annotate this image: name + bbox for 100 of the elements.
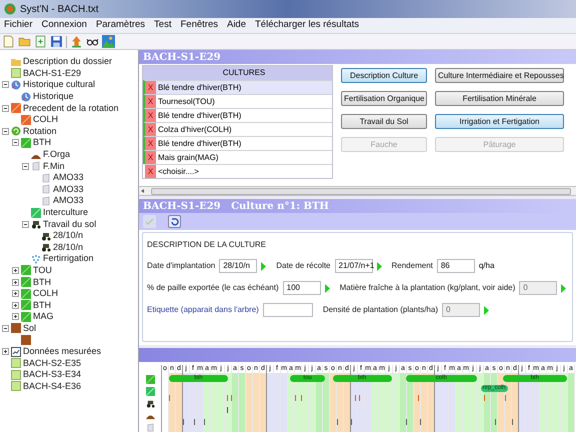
mineral-mark [420, 419, 421, 425]
tree-item[interactable]: AMO33 [53, 196, 84, 206]
input-field[interactable]: 100 [282, 281, 321, 295]
square-icon [21, 300, 31, 310]
expand-toggle[interactable] [12, 313, 19, 320]
square-icon [11, 381, 21, 392]
table-row[interactable]: X Mais grain(MAG) [143, 150, 332, 164]
column-header: CULTURES [143, 66, 332, 80]
tillage-mark [484, 395, 485, 401]
undo-button[interactable] [168, 215, 181, 228]
tree-item[interactable]: BTH [33, 278, 51, 287]
document-plus-icon[interactable] [34, 35, 47, 48]
collapse-toggle[interactable] [22, 220, 29, 228]
unit-label: q/ha [478, 260, 494, 272]
tree-item[interactable]: AMO33 [53, 184, 84, 194]
menu-item[interactable]: Connexion [42, 18, 87, 33]
tree-item[interactable]: Données mesurées [23, 347, 102, 356]
save-icon[interactable] [50, 35, 63, 48]
collapse-toggle[interactable] [2, 104, 9, 112]
fertilizer-mark [227, 407, 228, 413]
square-icon [31, 208, 41, 218]
input-field[interactable]: 86 [436, 259, 475, 273]
clock-icon [21, 92, 31, 102]
collapse-toggle[interactable] [22, 162, 29, 170]
menu-item[interactable]: Fenêtres [180, 18, 218, 33]
tree-item[interactable]: Description du dossier [23, 57, 112, 66]
menu-item[interactable]: Fichier [4, 18, 33, 33]
square-icon [144, 387, 156, 396]
table-row[interactable]: X Blé tendre d'hiver(BTH) [143, 108, 332, 122]
square-icon [21, 114, 31, 125]
input-field[interactable]: 21/07/n+1 [334, 259, 372, 273]
action-button[interactable]: Irrigation et Fertigation [435, 114, 564, 129]
square-icon [21, 335, 31, 346]
tree-item[interactable]: COLH [33, 289, 58, 298]
square-icon [11, 370, 21, 380]
tree-item[interactable]: 28/10/n [53, 242, 84, 252]
table-row[interactable]: X <choisir....> [143, 164, 332, 178]
tree-item[interactable]: TOU [33, 266, 52, 275]
expand-toggle[interactable] [12, 278, 19, 286]
table-row[interactable]: X Blé tendre d'hiver(BTH) [143, 136, 332, 150]
tree-item[interactable]: 28/10/n [53, 231, 84, 240]
tree-item[interactable]: Historique [33, 92, 74, 102]
expand-toggle[interactable] [2, 348, 9, 356]
action-button[interactable]: Fertilisation Minérale [435, 91, 564, 106]
mineral-mark [494, 419, 496, 425]
action-button[interactable]: Travail du Sol [341, 114, 427, 129]
collapse-toggle[interactable] [2, 81, 9, 88]
input-field[interactable]: 28/10/n [219, 259, 258, 273]
tree-item[interactable]: F.Min [43, 162, 65, 171]
square-icon [21, 288, 31, 299]
table-row[interactable]: X Blé tendre d'hiver(BTH) [143, 80, 332, 94]
tree-item[interactable]: BACH-S2-E35 [23, 358, 82, 368]
expand-toggle[interactable] [12, 302, 19, 309]
menu-item[interactable]: Aide [226, 18, 246, 33]
mineral-mark [183, 419, 184, 425]
collapse-toggle[interactable] [2, 128, 9, 135]
tree-item[interactable]: Fertirrigation [43, 254, 94, 264]
tree-item[interactable]: BACH-S1-E29 [23, 68, 82, 78]
tree-item[interactable]: Travail du sol [43, 220, 96, 229]
expand-toggle[interactable] [12, 290, 19, 298]
tree-item[interactable]: AMO33 [53, 173, 84, 182]
tree-item[interactable]: Rotation [23, 126, 57, 136]
panel-title: BACH-S1-E29 [143, 50, 221, 64]
table-cell-text: Tournesol(TOU) [157, 96, 216, 108]
tillage-mark [169, 395, 170, 401]
collapse-toggle[interactable] [12, 139, 19, 146]
mineral-mark [337, 419, 338, 425]
action-button[interactable]: Culture Intermédiaire et Repousses [435, 68, 564, 83]
field-label: Densité de plantation (plants/ha) [322, 304, 438, 316]
expand-toggle[interactable] [12, 266, 19, 274]
bag-icon [31, 161, 41, 172]
tree-item[interactable]: BTH [33, 138, 51, 148]
tree-item[interactable]: BACH-S4-E36 [23, 382, 82, 391]
field-label: Date de récolte [276, 260, 330, 272]
table-row[interactable]: X Tournesol(TOU) [143, 94, 332, 108]
tree-item[interactable]: Historique cultural [23, 80, 96, 90]
tree-item[interactable]: MAG [33, 312, 54, 322]
tree-item[interactable]: BACH-S3-E34 [23, 370, 82, 380]
folder-icon [11, 56, 21, 67]
menu-item[interactable]: Télécharger les résultats [255, 18, 360, 33]
menu-item[interactable]: Test [154, 18, 172, 33]
scrollbar-thumb[interactable] [151, 188, 571, 194]
collapse-toggle[interactable] [2, 324, 9, 332]
action-button[interactable]: Fertilisation Organique [341, 91, 427, 106]
tree-item[interactable]: BTH [33, 300, 51, 310]
action-button[interactable]: Description Culture [341, 68, 427, 83]
tree-item[interactable]: F.Orga [43, 150, 70, 160]
tree-item[interactable]: Sol [23, 324, 36, 333]
menu-item[interactable]: Paramètres [96, 18, 146, 33]
bag-icon [41, 196, 51, 206]
mineral-mark [406, 419, 407, 425]
input-field[interactable] [262, 303, 313, 317]
bag-icon [144, 423, 156, 432]
tree-item[interactable]: Interculture [43, 208, 88, 218]
square-icon [21, 312, 31, 322]
tree-item[interactable]: Precedent de la rotation [23, 104, 119, 113]
bag-icon [41, 184, 51, 194]
tree-item[interactable]: COLH [33, 115, 58, 124]
square-icon [11, 103, 21, 114]
table-row[interactable]: X Colza d'hiver(COLH) [143, 122, 332, 136]
